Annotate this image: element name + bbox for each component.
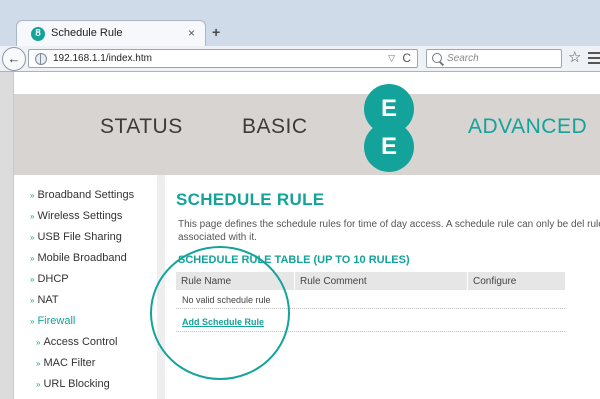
sidebar-item-broadband-settings[interactable]: » Broadband Settings (30, 189, 134, 201)
chevron-right-icon: » (30, 296, 35, 305)
sidebar-item-mobile-broadband[interactable]: » Mobile Broadband (30, 252, 127, 264)
chevron-right-icon: » (30, 212, 35, 221)
left-frame (0, 72, 14, 399)
sidebar-item-firewall[interactable]: » Firewall (30, 315, 75, 327)
sidebar-item-wireless-settings[interactable]: » Wireless Settings (30, 210, 122, 222)
nav-advanced[interactable]: ADVANCED (468, 115, 587, 139)
search-placeholder: Search (447, 53, 479, 64)
tab-title: Schedule Rule (51, 27, 123, 39)
header-top-strip (14, 72, 600, 94)
hamburger-menu-icon[interactable] (588, 52, 600, 67)
new-tab-button[interactable]: + (212, 24, 220, 40)
bookmark-star-icon[interactable]: ☆ (568, 49, 581, 67)
sidebar-item-mac-filter[interactable]: » MAC Filter (36, 357, 95, 369)
navigation-bar: ← 192.168.1.1/index.htm ▽ C Search (0, 46, 600, 72)
ee-logo-bottom: E (364, 122, 414, 172)
chevron-right-icon: » (30, 275, 35, 284)
nav-status[interactable]: STATUS (100, 115, 183, 139)
column-header-rule-name: Rule Name (181, 276, 232, 287)
tab-bar: 8 Schedule Rule × + (0, 0, 600, 46)
chevron-right-icon: » (36, 359, 41, 368)
table-row-divider (176, 308, 565, 309)
chevron-right-icon: » (30, 233, 35, 242)
column-divider (294, 272, 295, 290)
sidebar-item-usb-file-sharing[interactable]: » USB File Sharing (30, 231, 122, 243)
sidebar-divider (157, 175, 165, 399)
url-dropdown-icon[interactable]: ▽ (388, 53, 395, 64)
url-text[interactable]: 192.168.1.1/index.htm (53, 53, 152, 64)
sidebar-item-nat[interactable]: » NAT (30, 294, 59, 306)
chevron-right-icon: » (30, 254, 35, 263)
chevron-right-icon: » (36, 380, 41, 389)
table-row-divider (176, 331, 565, 332)
column-header-configure: Configure (473, 276, 517, 287)
globe-icon (35, 53, 47, 65)
close-tab-icon[interactable]: × (188, 26, 195, 40)
ee-favicon-icon: 8 (31, 27, 45, 41)
chevron-right-icon: » (30, 191, 35, 200)
sidebar-item-dhcp[interactable]: » DHCP (30, 273, 69, 285)
chevron-right-icon: » (36, 338, 41, 347)
chevron-right-icon: » (30, 317, 35, 326)
sidebar-item-url-blocking[interactable]: » URL Blocking (36, 378, 110, 390)
highlight-circle (150, 246, 290, 380)
sidebar-item-access-control[interactable]: » Access Control (36, 336, 117, 348)
column-divider (467, 272, 468, 290)
nav-basic[interactable]: BASIC (242, 115, 308, 139)
search-input[interactable]: Search (426, 49, 562, 68)
search-icon (432, 53, 442, 63)
reload-icon[interactable]: C (402, 51, 411, 65)
page-title: SCHEDULE RULE (176, 190, 325, 209)
browser-tab[interactable]: 8 Schedule Rule × (16, 20, 206, 46)
address-bar[interactable]: 192.168.1.1/index.htm ▽ C (28, 49, 418, 68)
schedule-table-header: Rule Name Rule Comment Configure (176, 272, 565, 290)
table-title: SCHEDULE RULE TABLE (UP TO 10 RULES) (178, 254, 410, 266)
empty-table-message: No valid schedule rule (182, 295, 271, 305)
page-description: This page defines the schedule rules for… (178, 219, 600, 243)
add-schedule-rule-link[interactable]: Add Schedule Rule (182, 317, 264, 327)
back-button[interactable]: ← (2, 47, 26, 71)
column-header-rule-comment: Rule Comment (300, 276, 367, 287)
